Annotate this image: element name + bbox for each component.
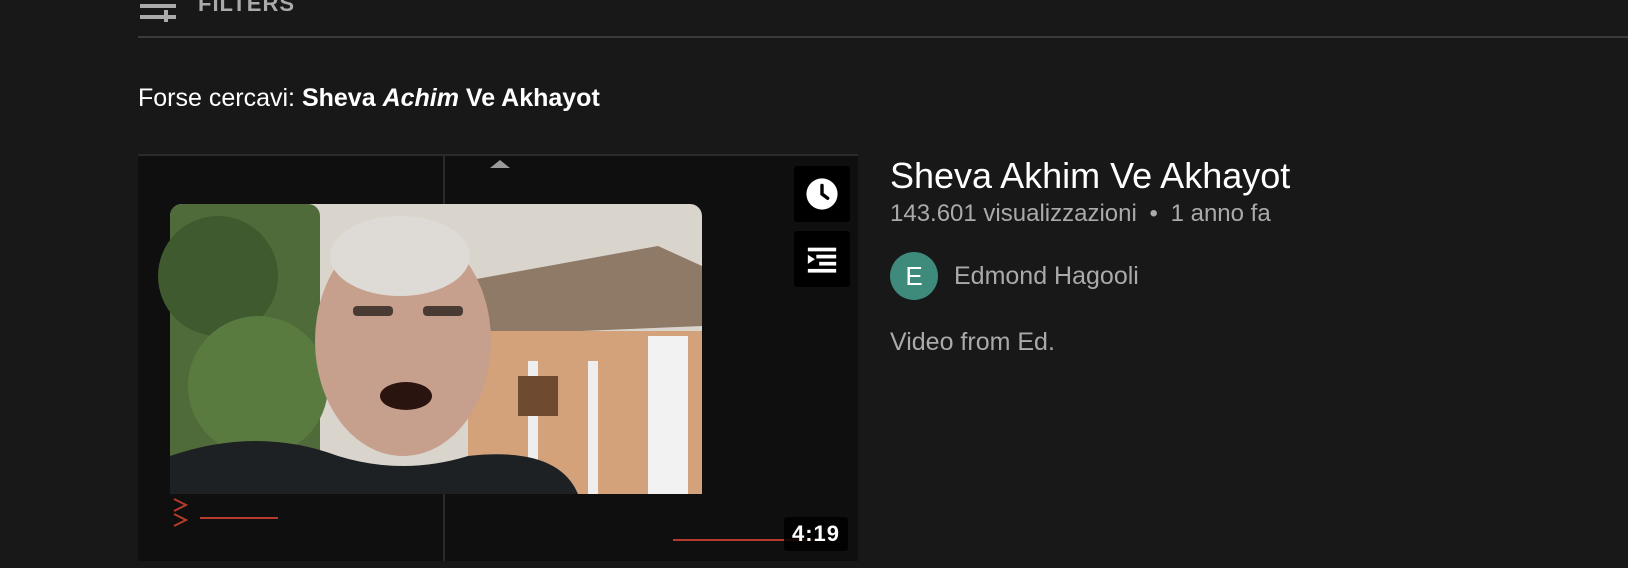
video-thumbnail[interactable]: 4:19 <box>138 154 858 561</box>
thumbnail-image <box>138 156 858 561</box>
video-description-snippet: Video from Ed. <box>890 328 1055 356</box>
view-count: 143.601 visualizzazioni <box>890 200 1137 227</box>
did-you-mean: Forse cercavi: Sheva Achim Ve Akhayot <box>138 84 600 113</box>
filter-sliders-icon <box>140 4 176 22</box>
suggested-query-corrected-part: Achim <box>382 84 459 112</box>
add-to-queue-button[interactable] <box>794 231 850 287</box>
search-results-page: FILTERS Forse cercavi: Sheva Achim Ve Ak… <box>0 0 1628 568</box>
video-metadata: 143.601 visualizzazioni • 1 anno fa <box>890 200 1610 228</box>
filters-label: FILTERS <box>198 0 296 16</box>
channel-name-link[interactable]: Edmond Hagooli <box>954 262 1139 291</box>
did-you-mean-prefix: Forse cercavi: <box>138 84 295 112</box>
suggested-query-part: Sheva <box>301 84 376 112</box>
upload-age: 1 anno fa <box>1170 200 1271 227</box>
metadata-separator: • <box>1149 200 1158 227</box>
watch-later-button[interactable] <box>794 166 850 222</box>
filters-button[interactable]: FILTERS <box>138 0 295 22</box>
video-title-link[interactable]: Sheva Akhim Ve Akhayot <box>890 154 1610 198</box>
header-divider <box>138 36 1628 38</box>
channel-avatar[interactable]: E <box>890 252 938 300</box>
clock-icon <box>806 178 838 210</box>
channel-row: E Edmond Hagooli <box>890 252 1610 300</box>
suggested-query-link[interactable]: Sheva Achim Ve Akhayot <box>302 84 600 112</box>
suggested-query-part: Ve Akhayot <box>465 84 600 112</box>
video-details: Sheva Akhim Ve Akhayot 143.601 visualizz… <box>890 154 1610 357</box>
duration-badge: 4:19 <box>783 517 848 551</box>
add-to-queue-icon <box>807 247 837 273</box>
